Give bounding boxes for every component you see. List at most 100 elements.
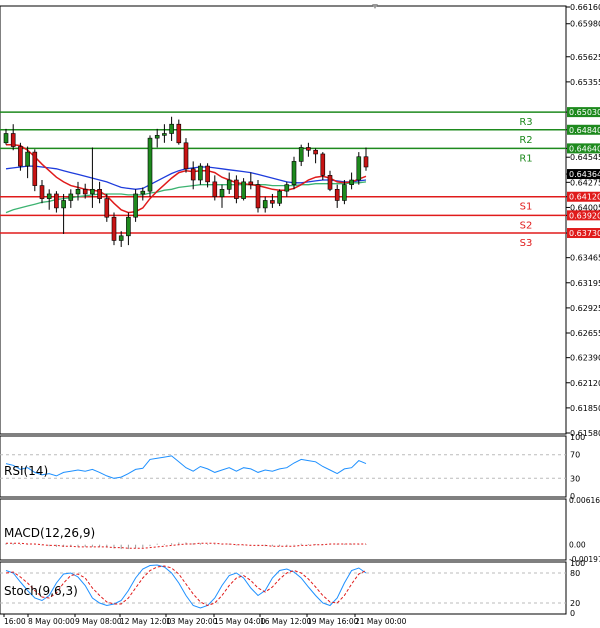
time-tick-label: 12 May 12:00 xyxy=(120,617,172,626)
time-tick-label: 8 May 00:00 xyxy=(28,617,75,626)
price-tick-label: 0.62925 xyxy=(570,304,600,313)
candle-body xyxy=(241,181,246,199)
candle-body xyxy=(10,133,16,147)
pivot-price-label: 0.64840 xyxy=(569,126,600,135)
candle-body xyxy=(176,123,182,144)
pivot-price-label: 0.65030 xyxy=(569,108,600,117)
candle-body xyxy=(133,193,138,218)
price-tick-label: 0.64545 xyxy=(570,153,600,162)
candle-body xyxy=(226,179,232,190)
candle-body xyxy=(111,216,117,241)
candle-body xyxy=(205,165,210,183)
candle xyxy=(111,212,117,246)
candle-body xyxy=(97,189,102,199)
price-tick-label: 0.66160 xyxy=(570,3,600,12)
pivot-price-label: 0.64120 xyxy=(569,193,600,202)
candle-body xyxy=(190,168,196,181)
price-tick-label: 0.62390 xyxy=(570,354,600,363)
macd-panel: MACD(12,26,9) 0.0061610.00-0.001971 xyxy=(0,496,600,564)
candle-body xyxy=(18,146,23,167)
candle-body xyxy=(212,181,218,198)
stoch-label: Stoch(9,6,3) xyxy=(4,584,78,598)
price-tick-label: 0.63195 xyxy=(570,279,600,288)
pivot-price-label: 0.63730 xyxy=(569,229,600,238)
price-panel: 0.66160 0.65980 0.65625 0.65355 0.64545 0.642… xyxy=(0,3,600,438)
candle-body xyxy=(198,165,203,181)
candle xyxy=(291,156,297,190)
candle-body xyxy=(277,190,282,204)
candle-body xyxy=(61,200,66,209)
candle-body xyxy=(54,193,59,209)
pivot-label-r1: R1 xyxy=(519,153,532,164)
candle-body xyxy=(169,123,174,134)
macd-tick-label: 0.00 xyxy=(569,541,586,550)
candle-body xyxy=(154,135,160,139)
candle-body xyxy=(90,189,95,195)
candle-body xyxy=(327,175,333,190)
rsi-tick-label: 70 xyxy=(570,451,580,460)
time-tick-label: 15 May 04:00 xyxy=(214,617,266,626)
candle-body xyxy=(82,189,88,195)
candle-body xyxy=(270,200,275,204)
stoch-tick-label: 20 xyxy=(570,599,580,608)
candle-body xyxy=(313,149,318,155)
price-tick-label: 0.64275 xyxy=(570,178,600,187)
candle-body xyxy=(298,147,304,162)
candle xyxy=(183,138,189,173)
candle-body xyxy=(104,198,110,218)
candle-body xyxy=(118,235,124,241)
price-tick-label: 0.61850 xyxy=(570,404,600,413)
price-tick-label: 0.65625 xyxy=(570,53,600,62)
pivot-label-s3: S3 xyxy=(520,238,533,249)
candle xyxy=(133,189,138,222)
time-tick-label: 19 May 16:00 xyxy=(307,617,359,626)
rsi-tick-label: 100 xyxy=(570,433,585,442)
forex-chart: 0.66160 0.65980 0.65625 0.65355 0.64545 0.642… xyxy=(0,0,600,628)
candle-body xyxy=(3,133,9,144)
rsi-label: RSI(14) xyxy=(4,464,48,478)
time-tick-label: 21 May 00:00 xyxy=(355,617,407,626)
time-tick-label: 13 May 20:00 xyxy=(166,617,218,626)
candle-body xyxy=(306,147,311,151)
price-tick-label: 0.63465 xyxy=(570,254,600,263)
candle-body xyxy=(147,137,153,192)
pivot-price-label: 0.64640 xyxy=(569,144,600,153)
candle xyxy=(255,180,261,213)
rsi-panel: RSI(14) 10070300 xyxy=(0,433,585,501)
pivot-label-r3: R3 xyxy=(519,117,532,128)
price-tick-label: 0.62655 xyxy=(570,329,600,338)
macd-tick-label: 0.006161 xyxy=(569,496,600,505)
candle-body xyxy=(219,189,225,198)
candle-body xyxy=(46,193,52,199)
pivot-label-r2: R2 xyxy=(519,135,532,146)
candle-body xyxy=(291,161,297,185)
candle-body xyxy=(320,153,326,176)
candle-body xyxy=(183,142,189,170)
candle-body xyxy=(284,184,290,192)
candle-body xyxy=(68,193,74,201)
candle-body xyxy=(262,200,268,209)
pivot-label-s2: S2 xyxy=(520,220,533,231)
price-tick-label: 0.65355 xyxy=(570,78,600,87)
candle xyxy=(32,149,38,192)
rsi-tick-label: 30 xyxy=(570,474,580,483)
candle-body xyxy=(140,190,146,195)
candle-body xyxy=(248,181,254,185)
time-tick-label: 9 May 08:00 xyxy=(75,617,122,626)
price-tick-label: 0.62120 xyxy=(570,379,600,388)
stoch-tick-label: 0 xyxy=(570,609,575,618)
macd-label: MACD(12,26,9) xyxy=(4,526,95,540)
candle-body xyxy=(75,189,81,195)
candle-body xyxy=(349,179,354,185)
candle xyxy=(277,189,282,207)
candle-body xyxy=(32,151,38,186)
time-tick-label: 16:00 xyxy=(4,617,26,626)
candle-body xyxy=(363,156,369,168)
candle xyxy=(356,152,362,185)
stoch-tick-label: 100 xyxy=(570,559,585,568)
candle-body xyxy=(334,189,340,201)
rsi-panel-frame xyxy=(0,435,567,498)
candle-body xyxy=(234,179,239,199)
candle-body xyxy=(255,184,261,209)
stoch-tick-label: 80 xyxy=(570,569,580,578)
